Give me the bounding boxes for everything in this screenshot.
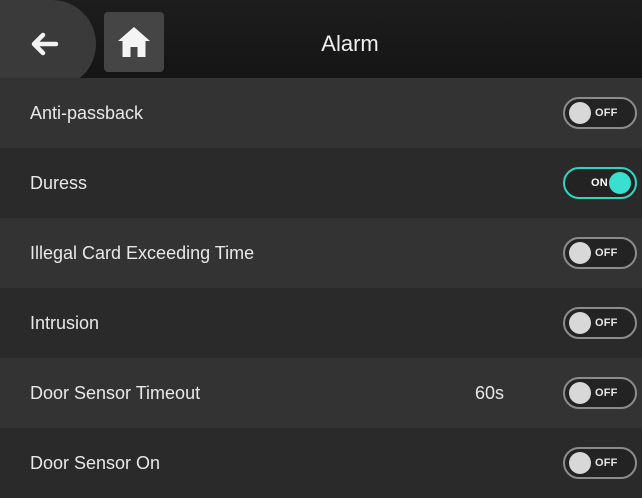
settings-list: Anti-passback OFF Duress ON Illegal Card… <box>0 78 642 498</box>
toggle-state-text: ON <box>591 177 608 189</box>
timeout-value[interactable]: 60s <box>475 383 504 404</box>
intrusion-toggle[interactable]: OFF <box>563 307 637 339</box>
anti-passback-toggle[interactable]: OFF <box>563 97 637 129</box>
setting-label: Intrusion <box>30 312 100 333</box>
setting-row-anti-passback: Anti-passback OFF <box>0 78 642 148</box>
toggle-state-text: OFF <box>595 107 618 119</box>
toggle-knob <box>569 382 591 404</box>
setting-label: Door Sensor Timeout <box>30 382 201 403</box>
toggle-state-text: OFF <box>595 317 618 329</box>
toggle-knob <box>569 312 591 334</box>
toggle-knob <box>569 242 591 264</box>
setting-row-duress: Duress ON <box>0 148 642 218</box>
setting-row-intrusion: Intrusion OFF <box>0 288 642 358</box>
setting-label: Door Sensor On <box>30 452 161 473</box>
setting-label: Duress <box>30 172 88 193</box>
door-sensor-on-toggle[interactable]: OFF <box>563 447 637 479</box>
setting-row-door-sensor-timeout[interactable]: Door Sensor Timeout 60s OFF <box>0 358 642 428</box>
toggle-knob <box>609 172 631 194</box>
setting-label: Anti-passback <box>30 102 144 123</box>
toggle-knob <box>569 452 591 474</box>
header-bar: Alarm <box>0 0 642 88</box>
door-sensor-timeout-toggle[interactable]: OFF <box>563 377 637 409</box>
arrow-left-icon <box>31 32 59 56</box>
duress-toggle[interactable]: ON <box>563 167 637 199</box>
home-button[interactable] <box>104 12 164 72</box>
toggle-state-text: OFF <box>595 457 618 469</box>
alarm-screen: Alarm Anti-passback OFF Duress ON Illega… <box>0 0 642 498</box>
setting-row-door-sensor-on: Door Sensor On OFF <box>0 428 642 498</box>
home-icon <box>118 27 150 57</box>
toggle-knob <box>569 102 591 124</box>
toggle-state-text: OFF <box>595 247 618 259</box>
setting-label: Illegal Card Exceeding Time <box>30 242 255 263</box>
back-button[interactable] <box>0 0 96 88</box>
setting-row-illegal-card-exceeding-time: Illegal Card Exceeding Time OFF <box>0 218 642 288</box>
illegal-card-exceeding-time-toggle[interactable]: OFF <box>563 237 637 269</box>
toggle-state-text: OFF <box>595 387 618 399</box>
page-title: Alarm <box>321 31 379 56</box>
